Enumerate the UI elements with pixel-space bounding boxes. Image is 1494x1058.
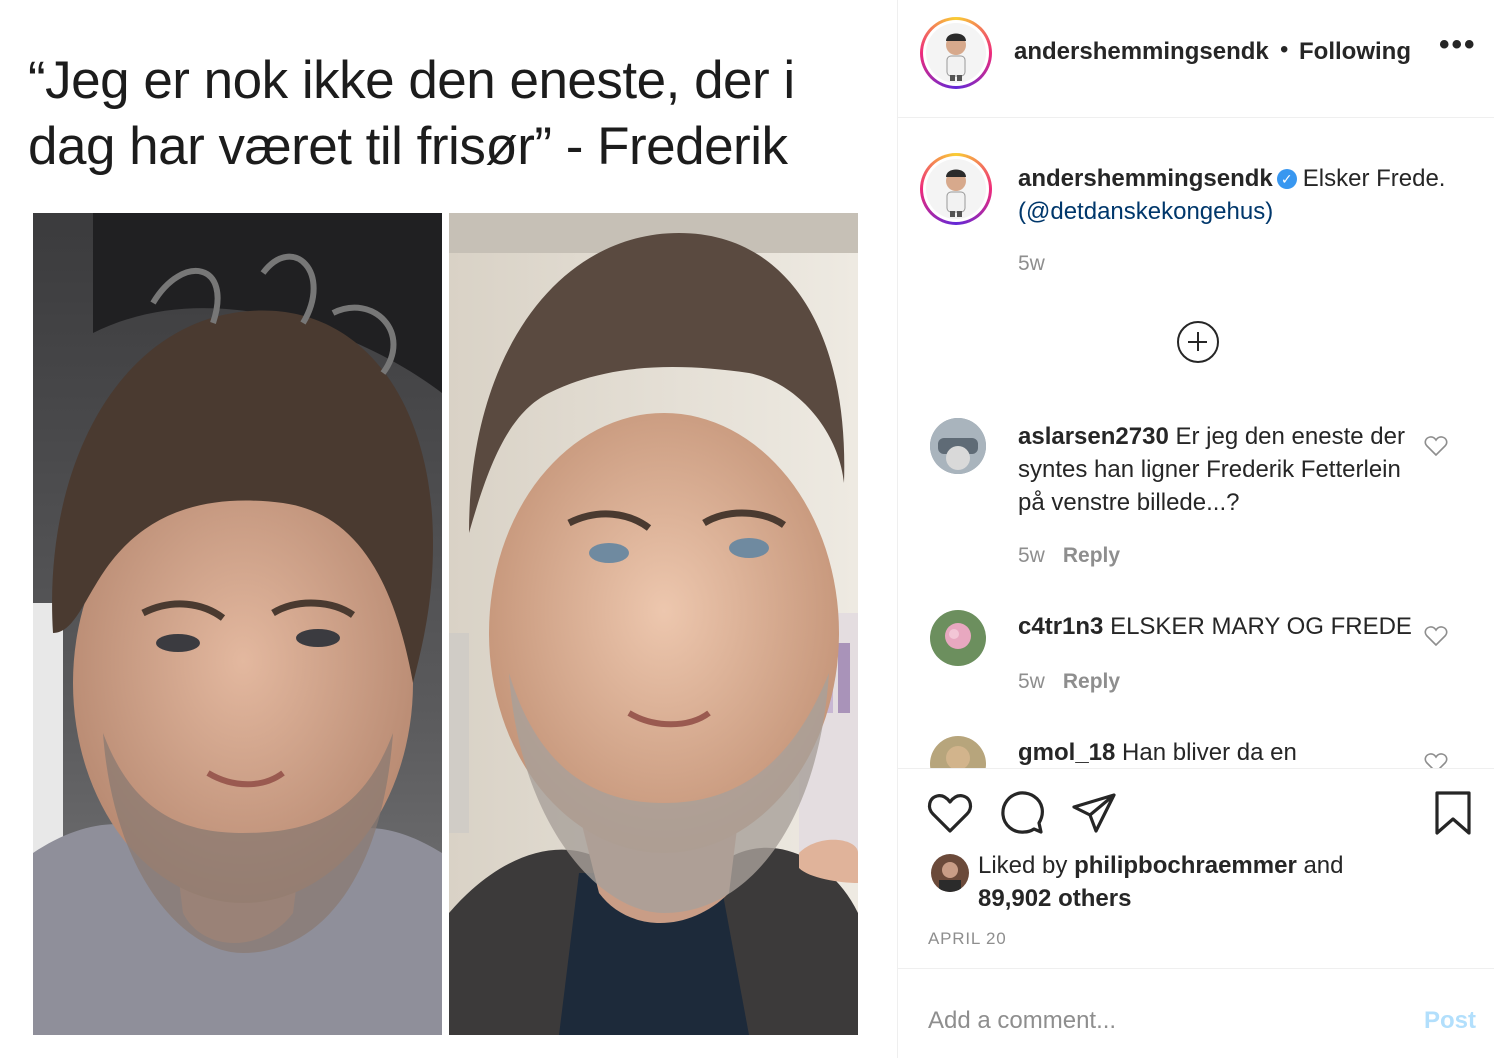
verified-badge-icon: ✓ — [1276, 169, 1297, 189]
likes-prefix: Liked by — [978, 852, 1068, 879]
author-avatar[interactable] — [920, 17, 992, 89]
bookmark-icon[interactable] — [1429, 789, 1477, 837]
caption-text: Elsker Frede. — [1302, 165, 1446, 192]
comment-age: 5w — [1018, 544, 1045, 567]
comment-avatar[interactable] — [930, 418, 986, 474]
post-side-panel: andershemmingsendk • Following ••• ander… — [897, 0, 1494, 1058]
comment-bubble-icon[interactable] — [998, 789, 1046, 837]
comment-text-block: gmol_18 Han bliver da en — [1018, 736, 1418, 768]
header-separator: • — [1280, 36, 1289, 63]
author-username-link[interactable]: andershemmingsendk — [1014, 38, 1269, 66]
comment-avatar[interactable] — [930, 610, 986, 666]
before-photo — [33, 213, 442, 1035]
likes-summary: Liked by philipbochraemmer and 89,902 ot… — [978, 849, 1458, 915]
comment-text: ELSKER MARY OG FREDE — [1110, 613, 1412, 640]
comment-meta: 5w Reply — [1018, 670, 1120, 694]
comment-username-link[interactable]: gmol_18 — [1018, 739, 1115, 766]
comment-clipped: gmol_18 Han bliver da en — [898, 730, 1494, 768]
likes-count-link[interactable]: 89,902 others — [978, 885, 1131, 912]
more-options-button[interactable]: ••• — [1439, 28, 1477, 62]
liker-username-link[interactable]: philipbochraemmer — [1074, 852, 1297, 879]
caption-username-link[interactable]: andershemmingsendk — [1018, 165, 1273, 192]
comment-age: 5w — [1018, 670, 1045, 693]
reply-button[interactable]: Reply — [1063, 544, 1120, 567]
post-media: “Jeg er nok ikke den eneste, der i dag h… — [0, 0, 896, 1058]
comment-username-link[interactable]: aslarsen2730 — [1018, 423, 1169, 450]
comment-text-block: aslarsen2730 Er jeg den eneste der synte… — [1018, 420, 1418, 519]
after-photo — [449, 213, 858, 1035]
comment-like-heart-icon[interactable] — [1424, 625, 1448, 647]
comment-like-heart-icon[interactable] — [1424, 435, 1448, 457]
comment-composer: Add a comment... Post — [898, 968, 1494, 1058]
liker-avatar[interactable] — [931, 854, 969, 892]
paper-plane-icon[interactable] — [1070, 789, 1118, 837]
comment-username-link[interactable]: c4tr1n3 — [1018, 613, 1103, 640]
post-actions: Liked by philipbochraemmer and 89,902 ot… — [898, 768, 1494, 968]
following-button[interactable]: Following — [1299, 38, 1411, 66]
post-header: andershemmingsendk • Following ••• — [898, 0, 1494, 118]
caption-text-block: andershemmingsendk ✓ Elsker Frede. (@detda… — [1018, 162, 1478, 228]
comment-meta: 5w Reply — [1018, 544, 1120, 568]
media-quote: “Jeg er nok ikke den eneste, der i dag h… — [28, 51, 795, 176]
post-date[interactable]: APRIL 20 — [928, 929, 1007, 949]
likes-and: and — [1303, 852, 1344, 879]
comment-text-block: c4tr1n3 ELSKER MARY OG FREDE — [1018, 610, 1418, 643]
plus-circle-icon[interactable] — [1177, 321, 1219, 363]
caption-mention-link[interactable]: (@detdanskekongehus) — [1018, 198, 1273, 225]
comment-input[interactable]: Add a comment... — [928, 1007, 1116, 1035]
heart-icon[interactable] — [926, 789, 974, 837]
post-comment-button[interactable]: Post — [1424, 1007, 1476, 1035]
caption-age: 5w — [1018, 252, 1045, 275]
reply-button[interactable]: Reply — [1063, 670, 1120, 693]
caption-author-avatar[interactable] — [920, 153, 992, 225]
comment-text: Han bliver da en — [1122, 739, 1297, 766]
comment-avatar[interactable] — [930, 736, 986, 768]
comment-like-heart-icon[interactable] — [1424, 752, 1448, 768]
